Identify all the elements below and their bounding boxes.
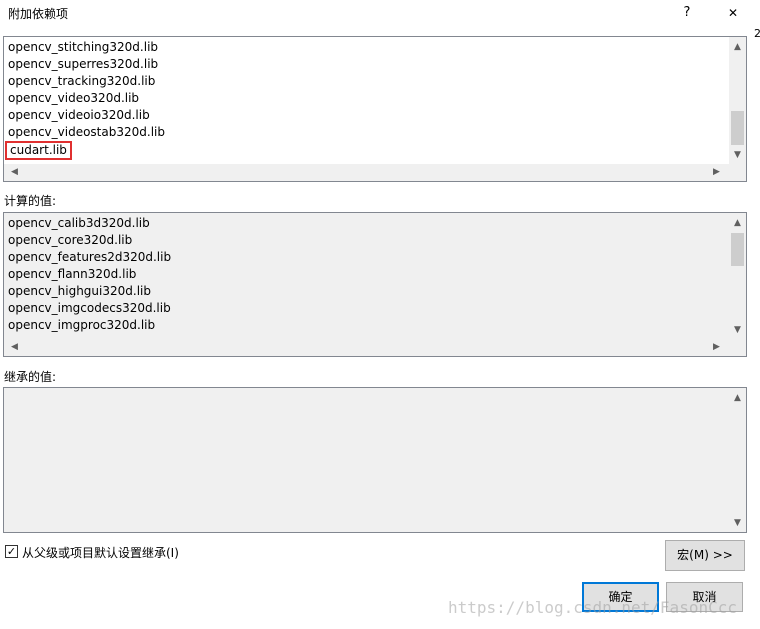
scroll-down-icon[interactable]: ▼ [729,322,746,339]
vertical-scrollbar[interactable]: ▲ ▼ [729,37,746,164]
vertical-scrollbar[interactable]: ▲ ▼ [729,388,746,532]
inherited-values-box: ▲ ▼ [3,387,747,533]
list-item[interactable]: opencv_stitching320d.lib [8,39,165,56]
inherit-checkbox[interactable]: ✓ [5,545,18,558]
list-item: opencv_imgproc320d.lib [8,318,156,332]
dependencies-list: opencv_stitching320d.lib opencv_superres… [5,39,165,160]
list-item: opencv_imgcodecs320d.lib [8,301,171,315]
scroll-right-icon[interactable]: ▶ [708,339,725,356]
inherited-values-label: 继承的值: [4,370,57,384]
scroll-down-icon[interactable]: ▼ [729,515,746,532]
vertical-scrollbar[interactable]: ▲ ▼ [729,213,746,339]
scroll-thumb[interactable] [731,111,744,145]
scroll-left-icon[interactable]: ◀ [6,339,23,356]
scroll-up-icon[interactable]: ▲ [729,215,746,232]
computed-list: opencv_calib3d320d.lib opencv_core320d.l… [8,215,171,334]
computed-values-label: 计算的值: [4,194,57,208]
horizontal-scrollbar[interactable]: ◀ ▶ [4,164,746,181]
list-item[interactable]: opencv_superres320d.lib [8,56,165,73]
close-button[interactable]: ✕ [716,1,750,25]
list-item: opencv_core320d.lib [8,233,133,247]
list-item: opencv_calib3d320d.lib [8,216,150,230]
list-item: opencv_features2d320d.lib [8,250,172,264]
list-item[interactable]: opencv_video320d.lib [8,90,165,107]
inherit-checkbox-label[interactable]: 从父级或项目默认设置继承(I) [22,544,179,561]
list-item[interactable]: opencv_videoio320d.lib [8,107,165,124]
dialog-title: 附加依赖项 [8,7,69,21]
help-button[interactable]: ? [676,1,698,25]
highlighted-list-item[interactable]: cudart.lib [5,141,72,160]
list-item: opencv_flann320d.lib [8,267,137,281]
scroll-down-icon[interactable]: ▼ [729,147,746,164]
horizontal-scrollbar[interactable]: ◀ ▶ [4,339,746,356]
cancel-button[interactable]: 取消 [666,582,743,612]
computed-values-box: opencv_calib3d320d.lib opencv_core320d.l… [3,212,747,357]
scroll-up-icon[interactable]: ▲ [729,390,746,407]
scroll-up-icon[interactable]: ▲ [729,39,746,56]
close-icon: ✕ [727,6,739,20]
scroll-right-icon[interactable]: ▶ [708,164,725,181]
macros-button[interactable]: 宏(M) >> [665,540,745,571]
dependencies-edit-box[interactable]: opencv_stitching320d.lib opencv_superres… [3,36,747,182]
list-item[interactable]: opencv_videostab320d.lib [8,124,165,141]
background-window-glyph: 2 [754,27,760,40]
list-item[interactable]: opencv_tracking320d.lib [8,73,165,90]
list-item: opencv_highgui320d.lib [8,284,151,298]
title-bar: 附加依赖项 ? ✕ [0,0,760,26]
scroll-left-icon[interactable]: ◀ [6,164,23,181]
scroll-thumb[interactable] [731,233,744,266]
ok-button[interactable]: 确定 [582,582,659,612]
